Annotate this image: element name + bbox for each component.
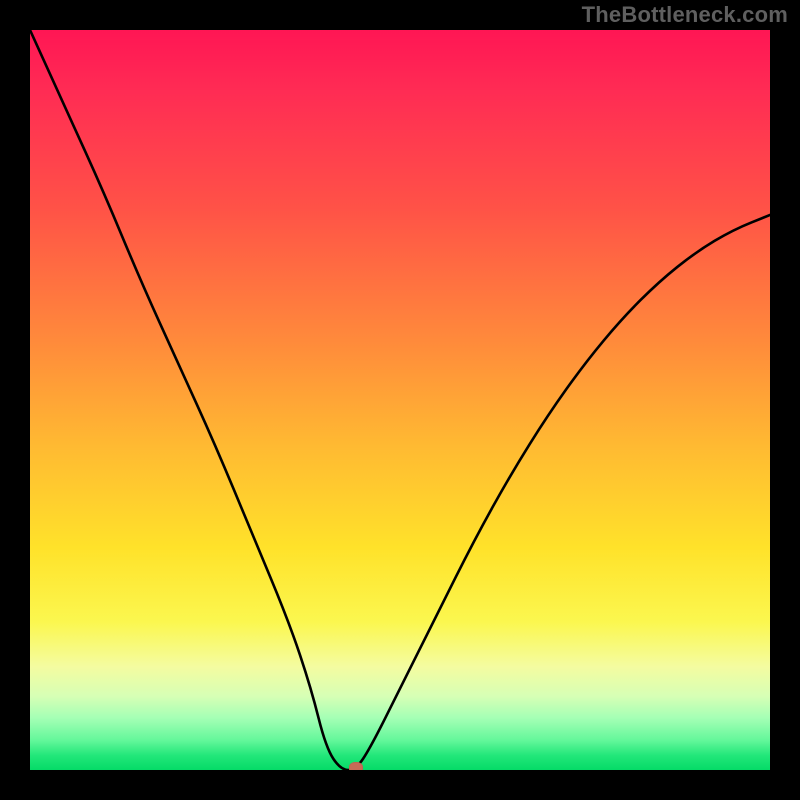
curve-svg: [30, 30, 770, 770]
watermark-text: TheBottleneck.com: [582, 2, 788, 28]
optimum-marker: [349, 762, 363, 770]
chart-frame: TheBottleneck.com: [0, 0, 800, 800]
bottleneck-curve-path: [30, 30, 770, 770]
plot-area: [30, 30, 770, 770]
